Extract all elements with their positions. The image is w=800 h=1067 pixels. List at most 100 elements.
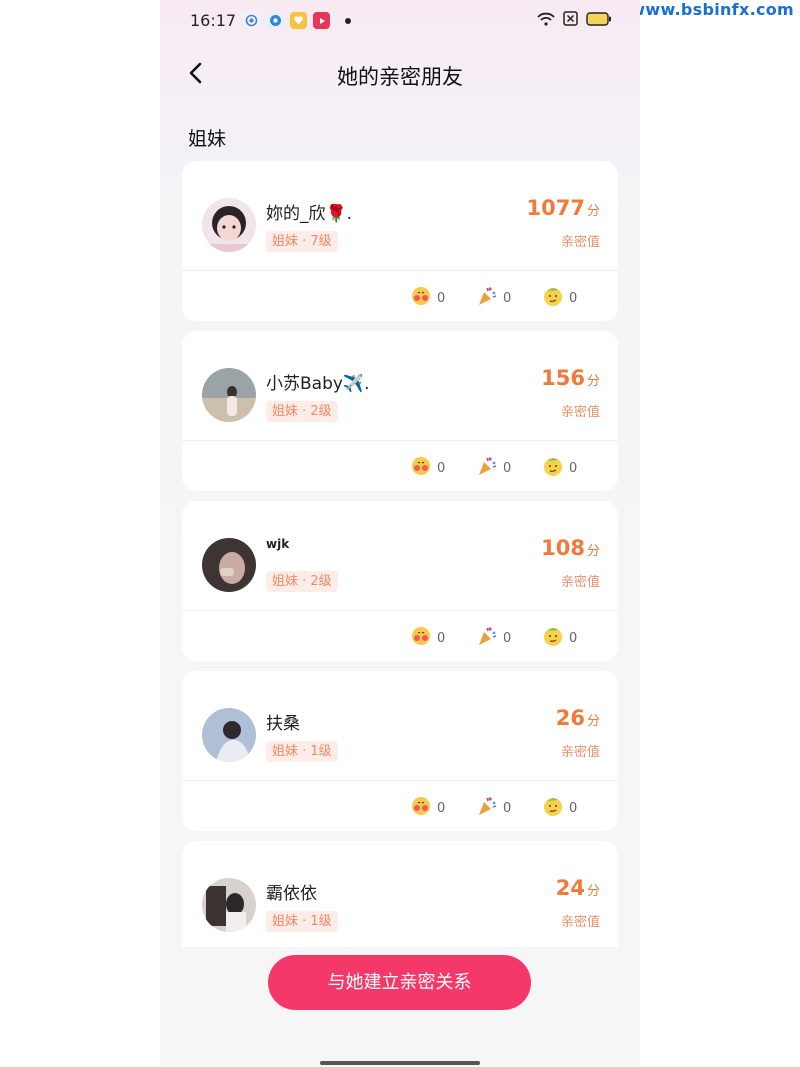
intimacy-score: 156 分 [541, 366, 600, 390]
intimacy-score-value: 1077 [526, 196, 585, 220]
reaction-party[interactable]: 0 [476, 795, 511, 821]
reaction-count: 0 [437, 630, 446, 646]
intimacy-score-unit: 分 [586, 374, 600, 389]
intimacy-score-value: 156 [541, 366, 585, 390]
reaction-row: 0 0 0 [182, 611, 618, 661]
relation-badge: 姐妹 · 7级 [266, 231, 338, 252]
app-notification-icon [267, 12, 284, 29]
reaction-smug[interactable]: 0 [542, 285, 577, 311]
intimacy-label: 亲密值 [560, 235, 600, 250]
intimacy-score: 1077 分 [527, 196, 600, 220]
avatar[interactable] [202, 198, 256, 252]
home-indicator[interactable] [320, 1061, 480, 1065]
reaction-count: 0 [503, 460, 512, 476]
friend-name: 妳的_欣🌹. [266, 204, 353, 224]
more-notifications-dot [345, 18, 351, 24]
relation-badge: 姐妹 · 2级 [266, 571, 338, 592]
intimacy-score-unit: 分 [586, 884, 600, 899]
avatar[interactable] [202, 368, 256, 422]
friend-card-header[interactable]: 扶桑 姐妹 · 1级 26 分 亲密值 [182, 671, 618, 780]
friend-card[interactable]: wjk 姐妹 · 2级 108 分 亲密值 0 0 0 [182, 501, 618, 661]
friend-list: 妳的_欣🌹. 姐妹 · 7级 1077 分 亲密值 0 0 0 小苏Baby✈️… [182, 161, 618, 947]
hug-emoji-icon [410, 285, 432, 311]
reaction-smug[interactable]: 0 [542, 625, 577, 651]
nav-bar: 她的亲密朋友 [160, 50, 640, 98]
app-notification-icon [290, 12, 307, 29]
party-popper-icon [476, 795, 498, 821]
status-time: 16:17 [190, 11, 237, 30]
avatar[interactable] [202, 538, 256, 592]
intimacy-score-unit: 分 [586, 204, 600, 219]
avatar[interactable] [202, 878, 256, 932]
intimacy-score: 108 分 [541, 536, 600, 560]
reaction-count: 0 [569, 460, 578, 476]
app-notification-icon [243, 12, 260, 29]
intimacy-label: 亲密值 [560, 915, 600, 930]
friend-card-header[interactable]: 霸依依 姐妹 · 1级 24 分 亲密值 [182, 841, 618, 947]
reaction-count: 0 [569, 630, 578, 646]
intimacy-score-value: 26 [555, 706, 585, 730]
reaction-row: 0 0 0 [182, 781, 618, 831]
relation-badge: 姐妹 · 1级 [266, 911, 338, 932]
sim-blocked-icon [563, 11, 578, 30]
reaction-hug[interactable]: 0 [410, 285, 445, 311]
hug-emoji-icon [410, 625, 432, 651]
reaction-smug[interactable]: 0 [542, 455, 577, 481]
reaction-count: 0 [437, 800, 446, 816]
intimacy-score-value: 108 [541, 536, 585, 560]
wifi-icon [537, 11, 555, 30]
smug-emoji-icon [542, 285, 564, 311]
smug-emoji-icon [542, 455, 564, 481]
reaction-count: 0 [437, 290, 446, 306]
friend-card[interactable]: 霸依依 姐妹 · 1级 24 分 亲密值 [182, 841, 618, 947]
friend-name: 扶桑 [266, 714, 300, 734]
friend-card-header[interactable]: wjk 姐妹 · 2级 108 分 亲密值 [182, 501, 618, 610]
reaction-hug[interactable]: 0 [410, 455, 445, 481]
friend-name: 霸依依 [266, 884, 317, 904]
friend-card[interactable]: 妳的_欣🌹. 姐妹 · 7级 1077 分 亲密值 0 0 0 [182, 161, 618, 321]
reaction-party[interactable]: 0 [476, 625, 511, 651]
reaction-row: 0 0 0 [182, 271, 618, 321]
reaction-count: 0 [503, 290, 512, 306]
friend-card-header[interactable]: 妳的_欣🌹. 姐妹 · 7级 1077 分 亲密值 [182, 161, 618, 270]
intimacy-score-unit: 分 [586, 714, 600, 729]
section-label: 姐妹 [188, 128, 227, 150]
reaction-smug[interactable]: 0 [542, 795, 577, 821]
reaction-hug[interactable]: 0 [410, 795, 445, 821]
friend-card-header[interactable]: 小苏Baby✈️. 姐妹 · 2级 156 分 亲密值 [182, 331, 618, 440]
party-popper-icon [476, 455, 498, 481]
reaction-party[interactable]: 0 [476, 455, 511, 481]
intimacy-score: 26 分 [556, 706, 600, 730]
status-bar: 16:17 [160, 0, 640, 42]
reaction-party[interactable]: 0 [476, 285, 511, 311]
hug-emoji-icon [410, 795, 432, 821]
intimacy-label: 亲密值 [560, 405, 600, 420]
page: www.bsbinfx.com 16:17 她的亲密朋友 姐妹 妳的_欣🌹. 姐… [0, 0, 800, 1067]
reaction-count: 0 [569, 800, 578, 816]
avatar[interactable] [202, 708, 256, 762]
smug-emoji-icon [542, 625, 564, 651]
phone-screen: 16:17 她的亲密朋友 姐妹 妳的_欣🌹. 姐妹 · 7级 1077 分 亲密… [160, 0, 640, 1067]
intimacy-score: 24 分 [556, 876, 600, 900]
party-popper-icon [476, 625, 498, 651]
reaction-count: 0 [569, 290, 578, 306]
page-title: 她的亲密朋友 [337, 65, 463, 89]
reaction-count: 0 [503, 630, 512, 646]
reaction-count: 0 [437, 460, 446, 476]
friend-card[interactable]: 扶桑 姐妹 · 1级 26 分 亲密值 0 0 0 [182, 671, 618, 831]
friend-name: wjk [266, 537, 290, 551]
intimacy-label: 亲密值 [560, 575, 600, 590]
hug-emoji-icon [410, 455, 432, 481]
build-relationship-button[interactable]: 与她建立亲密关系 [268, 955, 531, 1010]
intimacy-score-value: 24 [555, 876, 585, 900]
friend-card[interactable]: 小苏Baby✈️. 姐妹 · 2级 156 分 亲密值 0 0 0 [182, 331, 618, 491]
relation-badge: 姐妹 · 1级 [266, 741, 338, 762]
reaction-hug[interactable]: 0 [410, 625, 445, 651]
intimacy-label: 亲密值 [560, 745, 600, 760]
app-notification-icon [313, 12, 330, 29]
friend-name: 小苏Baby✈️. [266, 374, 370, 394]
watermark-text: www.bsbinfx.com [630, 0, 794, 19]
smug-emoji-icon [542, 795, 564, 821]
relation-badge: 姐妹 · 2级 [266, 401, 338, 422]
battery-icon [586, 11, 612, 30]
